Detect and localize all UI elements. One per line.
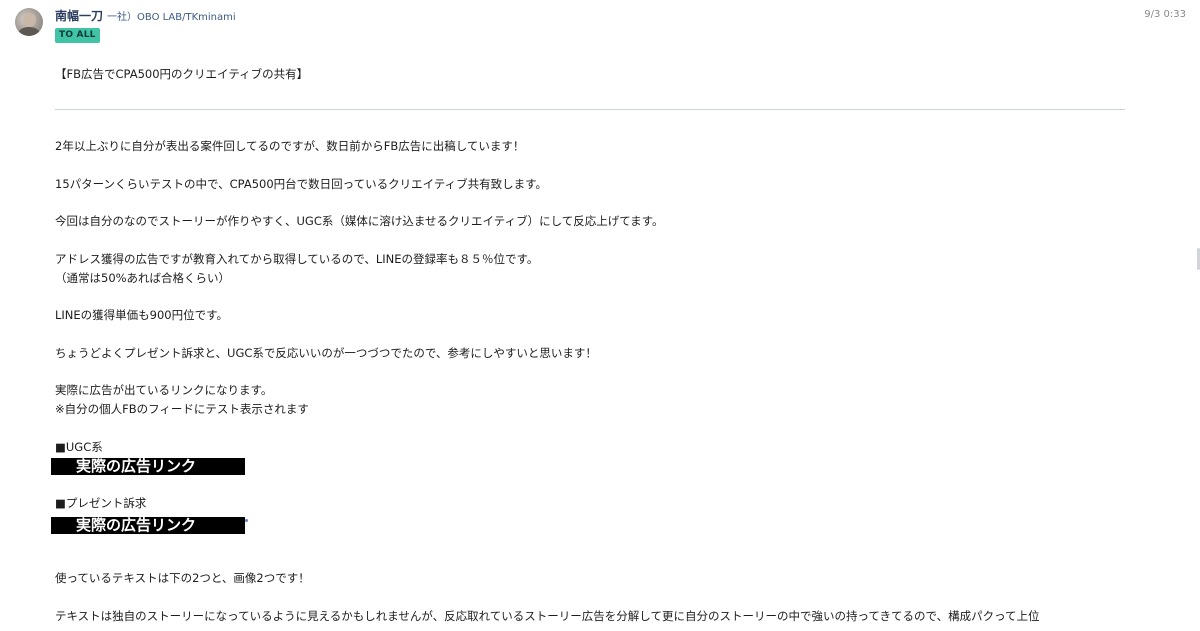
message-line: （通常は50%あれば合格くらい） xyxy=(55,271,231,285)
present-ad-link[interactable]: 実際の広告リンク xyxy=(51,517,245,534)
sender-name[interactable]: 南幅一刀 xyxy=(55,7,103,24)
chat-message-view: 南幅一刀 一社）OBO LAB/TKminami 9/3 0:33 TO ALL… xyxy=(0,0,1200,631)
avatar[interactable] xyxy=(15,8,43,36)
message-line: テキストは独自のストーリーになっているように見えるかもしれませんが、反応取れてい… xyxy=(55,609,1040,623)
link-dot xyxy=(245,519,248,522)
to-all-badge: TO ALL xyxy=(55,28,100,43)
message-line: ※自分の個人FBのフィードにテスト表示されます xyxy=(55,402,309,416)
message-header: 南幅一刀 一社）OBO LAB/TKminami xyxy=(55,7,236,25)
sender-org: 一社）OBO LAB/TKminami xyxy=(107,12,236,23)
message-line: ちょうどよくプレゼント訴求と、UGC系で反応いいのが一つづつでたので、参考にしや… xyxy=(55,346,597,360)
message-line: LINEの獲得単価も900円位です。 xyxy=(55,308,228,322)
avatar-face xyxy=(23,13,36,27)
message-line: 実際に広告が出ているリンクになります。 xyxy=(55,383,273,397)
section-label-ugc: ■UGC系 xyxy=(55,440,103,454)
message-line: 2年以上ぶりに自分が表出る案件回してるのですが、数日前からFB広告に出稿していま… xyxy=(55,139,525,153)
avatar-shoulders xyxy=(18,27,40,36)
message-line: 15パターンくらいテストの中で、CPA500円台で数日回っているクリエイティブ共… xyxy=(55,177,547,191)
message-timestamp: 9/3 0:33 xyxy=(1144,9,1186,20)
message-line: アドレス獲得の広告ですが教育入れてから取得しているので、LINEの登録率も８５％… xyxy=(55,252,539,266)
divider xyxy=(55,109,1125,110)
message-line: 今回は自分のなのでストーリーが作りやすく、UGC系（媒体に溶け込ませるクリエイテ… xyxy=(55,214,664,228)
message-line: 使っているテキストは下の2つと、画像2つです！ xyxy=(55,571,310,585)
section-label-present: ■プレゼント訴求 xyxy=(55,496,147,510)
message-title: 【FB広告でCPA500円のクリエイティブの共有】 xyxy=(55,67,309,81)
ugc-ad-link[interactable]: 実際の広告リンク xyxy=(51,458,245,475)
